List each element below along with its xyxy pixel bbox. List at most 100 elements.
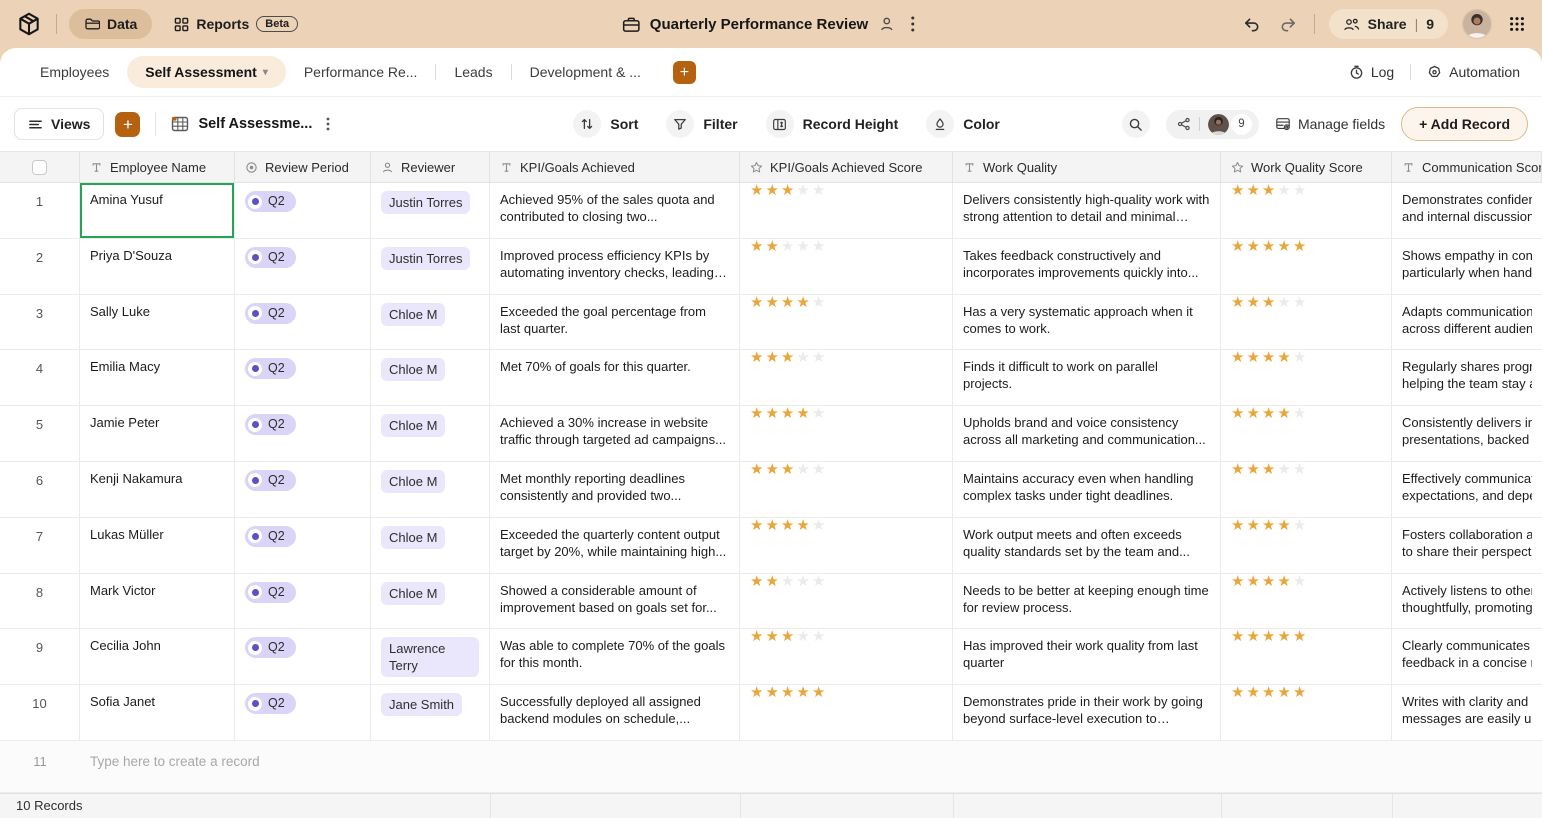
cell-employee-name[interactable]: Mark Victor [80,574,235,629]
cell-work-quality-score[interactable]: ★★★★★ [1221,518,1392,573]
column-header-work-quality-score[interactable]: Work Quality Score [1221,152,1392,182]
cell-work-quality-score[interactable]: ★★★★★ [1221,350,1392,405]
add-record-button[interactable]: + Add Record [1401,107,1528,141]
cell-review-period[interactable]: Q2 [235,685,371,740]
row-number-cell[interactable]: 1 [0,183,80,238]
cell-kpi-goals[interactable]: Achieved a 30% increase in website traff… [490,406,740,461]
record-height-button[interactable]: Record Height [766,110,899,138]
cell-kpi-score[interactable]: ★★★★★ [740,239,953,294]
nav-data-button[interactable]: Data [69,9,152,39]
undo-button[interactable] [1240,13,1263,36]
cell-reviewer[interactable]: Chloe M [371,350,490,405]
cell-review-period[interactable]: Q2 [235,629,371,684]
tab-employees[interactable]: Employees [22,56,127,88]
tab-development[interactable]: Development & ... [512,56,659,88]
cell-kpi-goals[interactable]: Met monthly reporting deadlines consiste… [490,462,740,517]
cell-kpi-goals[interactable]: Exceeded the goal percentage from last q… [490,295,740,350]
cell-reviewer[interactable]: Justin Torres [371,183,490,238]
column-header-kpi-goals-achieved[interactable]: KPI/Goals Achieved [490,152,740,182]
cell-work-quality[interactable]: Delivers consistently high-quality work … [953,183,1221,238]
cell-employee-name[interactable]: Kenji Nakamura [80,462,235,517]
select-all-checkbox[interactable] [32,160,47,175]
cell-work-quality[interactable]: Has improved their work quality from las… [953,629,1221,684]
cell-reviewer[interactable]: Chloe M [371,406,490,461]
cell-kpi-goals[interactable]: Improved process efficiency KPIs by auto… [490,239,740,294]
cell-review-period[interactable]: Q2 [235,183,371,238]
cell-communication[interactable]: Clearly communicates ideas andfeedback i… [1392,629,1542,684]
row-number-cell[interactable]: 10 [0,685,80,740]
row-number-cell[interactable]: 7 [0,518,80,573]
cell-work-quality-score[interactable]: ★★★★★ [1221,574,1392,629]
cell-review-period[interactable]: Q2 [235,239,371,294]
apps-grid-icon[interactable] [1506,13,1528,35]
cell-employee-name[interactable]: Priya D'Souza [80,239,235,294]
cell-work-quality[interactable]: Work output meets and often exceeds qual… [953,518,1221,573]
cell-kpi-score[interactable]: ★★★★★ [740,629,953,684]
cell-reviewer[interactable]: Justin Torres [371,239,490,294]
cell-communication[interactable]: Demonstrates confidence in clientand int… [1392,183,1542,238]
cell-reviewer[interactable]: Chloe M [371,518,490,573]
cell-reviewer[interactable]: Chloe M [371,462,490,517]
cell-review-period[interactable]: Q2 [235,295,371,350]
column-header-kpi-goals-achieved-score[interactable]: KPI/Goals Achieved Score [740,152,953,182]
cell-work-quality-score[interactable]: ★★★★★ [1221,406,1392,461]
cell-communication[interactable]: Consistently delivers insightfulpresenta… [1392,406,1542,461]
cell-kpi-score[interactable]: ★★★★★ [740,350,953,405]
cell-employee-name[interactable]: Sally Luke [80,295,235,350]
sort-button[interactable]: Sort [573,110,638,138]
cell-work-quality-score[interactable]: ★★★★★ [1221,629,1392,684]
share-button[interactable]: Share | 9 [1329,9,1448,39]
cell-kpi-score[interactable]: ★★★★★ [740,295,953,350]
cell-communication[interactable]: Regularly shares progress updates,helpin… [1392,350,1542,405]
cell-communication[interactable]: Adapts communication styleacross differe… [1392,295,1542,350]
new-record-row[interactable]: 11 Type here to create a record [0,741,1542,793]
cell-work-quality[interactable]: Demonstrates pride in their work by goin… [953,685,1221,740]
cell-reviewer[interactable]: Lawrence Terry [371,629,490,684]
cell-reviewer[interactable]: Chloe M [371,295,490,350]
view-menu-button[interactable] [321,115,335,133]
cell-communication[interactable]: Effectively communicates timelines,expec… [1392,462,1542,517]
collaborators-pill[interactable]: 9 [1166,110,1259,139]
cell-work-quality[interactable]: Finds it difficult to work on parallel p… [953,350,1221,405]
search-button[interactable] [1122,110,1150,138]
row-number-cell[interactable]: 5 [0,406,80,461]
manage-fields-button[interactable]: Manage fields [1275,116,1385,132]
cell-reviewer[interactable]: Chloe M [371,574,490,629]
redo-button[interactable] [1277,13,1300,36]
page-title[interactable]: Quarterly Performance Review [650,16,868,33]
column-header-employee-name[interactable]: Employee Name [80,152,235,182]
automation-button[interactable]: Automation [1427,64,1520,80]
cell-communication[interactable]: Fosters collaboration and invites others… [1392,518,1542,573]
add-table-button[interactable]: + [673,61,696,84]
cell-kpi-score[interactable]: ★★★★★ [740,462,953,517]
cell-work-quality[interactable]: Needs to be better at keeping enough tim… [953,574,1221,629]
app-logo-icon[interactable] [14,9,44,39]
tab-leads[interactable]: Leads [436,56,510,88]
tab-self-assessment[interactable]: Self Assessment▾ [127,56,286,88]
column-header-communication-score[interactable]: Communication Score [1392,152,1542,182]
cell-employee-name[interactable]: Lukas Müller [80,518,235,573]
cell-employee-name[interactable]: Amina Yusuf [80,183,235,238]
cell-kpi-score[interactable]: ★★★★★ [740,183,953,238]
cell-kpi-goals[interactable]: Was able to complete 70% of the goals fo… [490,629,740,684]
filter-button[interactable]: Filter [666,110,737,138]
cell-review-period[interactable]: Q2 [235,350,371,405]
row-number-cell[interactable]: 4 [0,350,80,405]
views-button[interactable]: Views [14,108,104,140]
cell-communication[interactable]: Shows empathy in conversations,particula… [1392,239,1542,294]
cell-work-quality-score[interactable]: ★★★★★ [1221,295,1392,350]
cell-kpi-score[interactable]: ★★★★★ [740,406,953,461]
view-name[interactable]: Self Assessme... [198,116,312,132]
cell-review-period[interactable]: Q2 [235,462,371,517]
log-button[interactable]: Log [1349,64,1394,80]
cell-kpi-goals[interactable]: Showed a considerable amount of improvem… [490,574,740,629]
nav-reports-button[interactable]: Reports Beta [164,9,308,39]
row-number-cell[interactable]: 3 [0,295,80,350]
row-number-cell[interactable]: 6 [0,462,80,517]
column-header-reviewer[interactable]: Reviewer [371,152,490,182]
user-avatar[interactable] [1462,9,1492,39]
cell-employee-name[interactable]: Sofia Janet [80,685,235,740]
cell-review-period[interactable]: Q2 [235,406,371,461]
cell-kpi-goals[interactable]: Successfully deployed all assigned backe… [490,685,740,740]
cell-communication[interactable]: Actively listens to others and respondst… [1392,574,1542,629]
